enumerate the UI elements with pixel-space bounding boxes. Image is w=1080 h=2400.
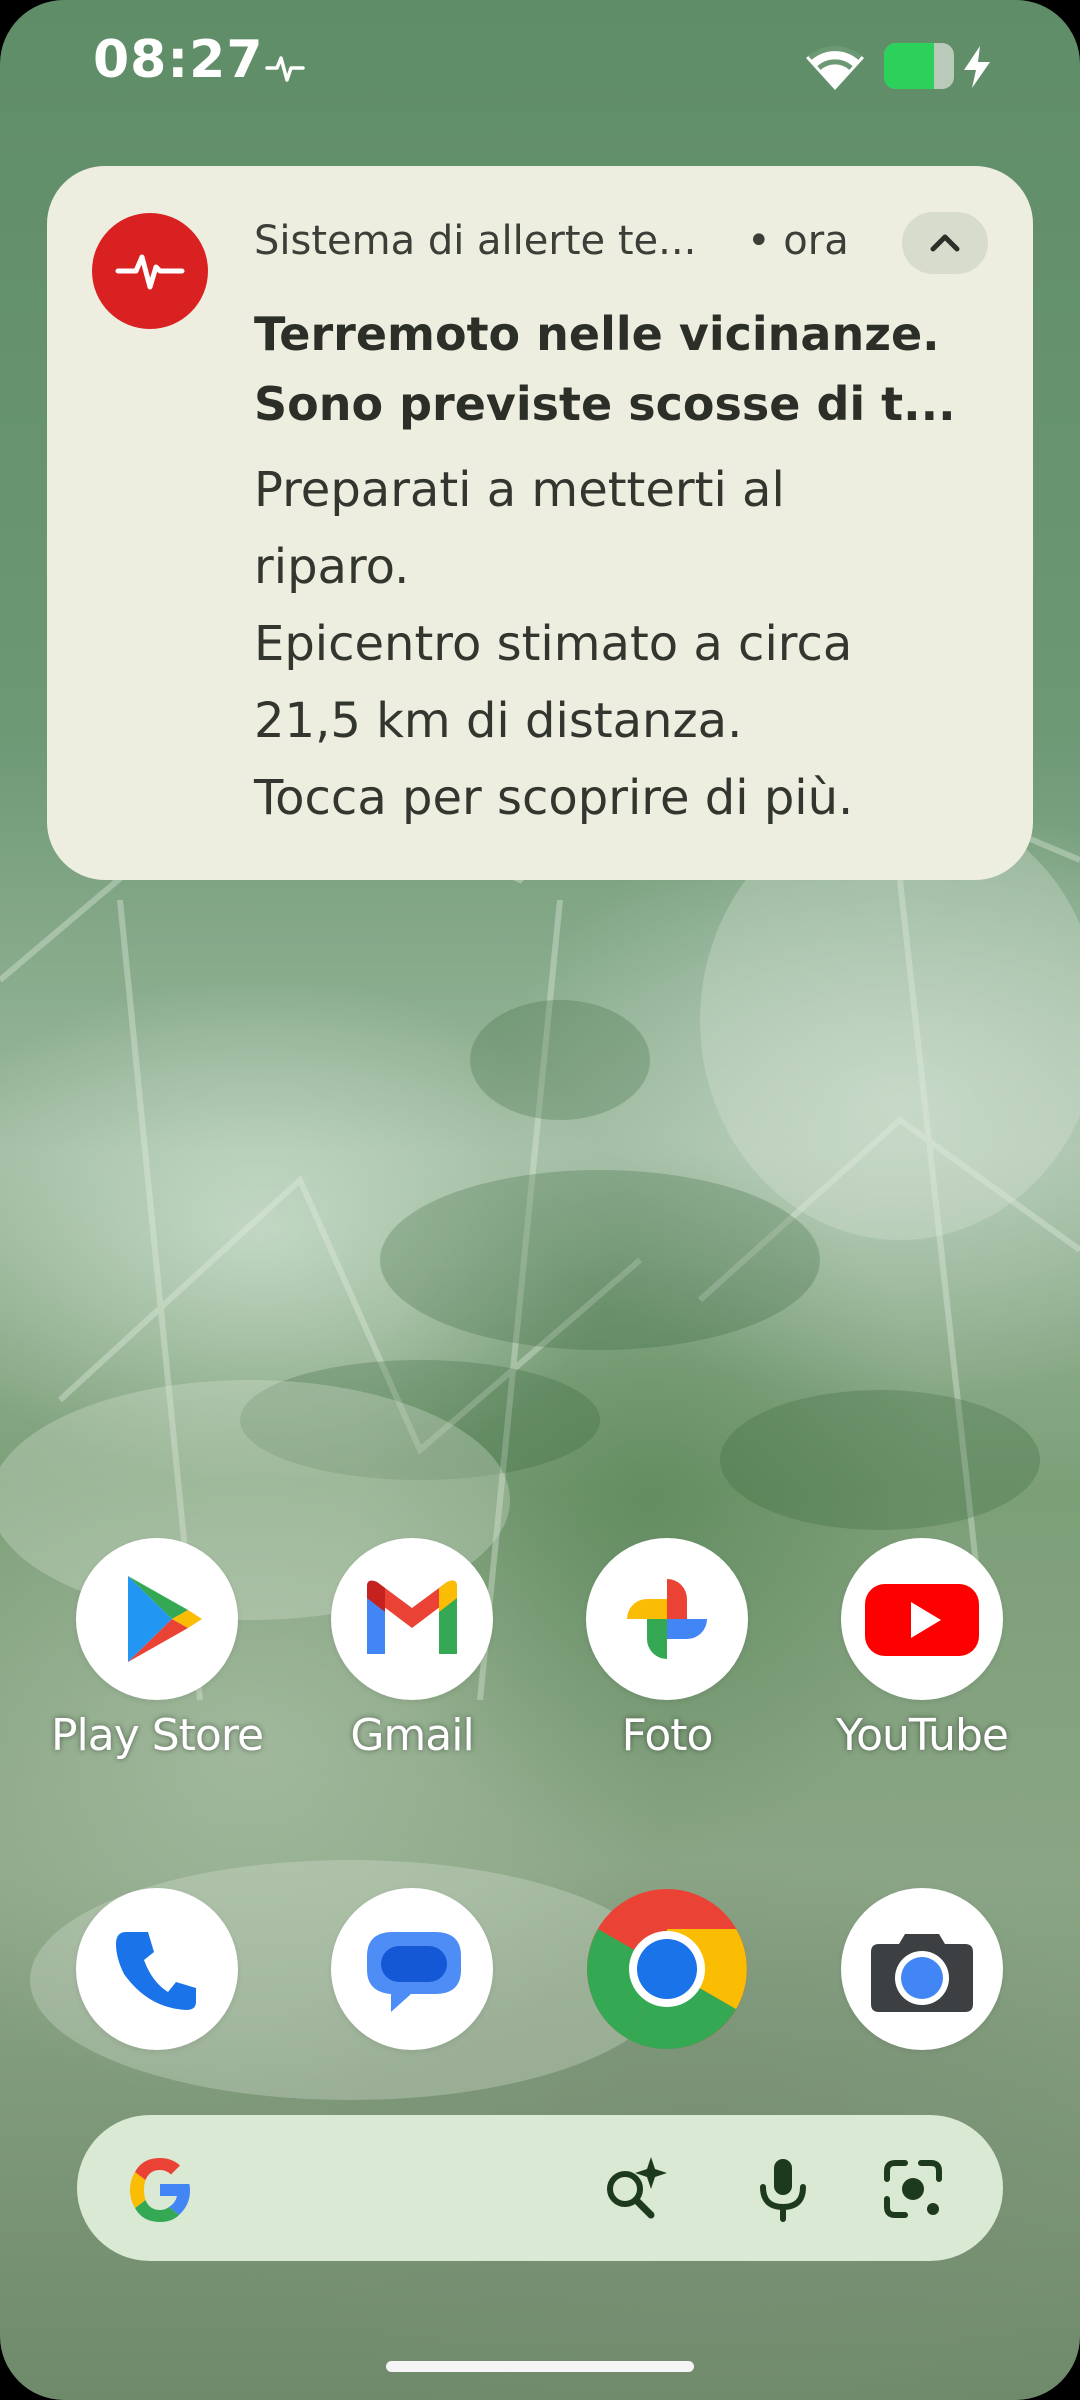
notification-body-line: Epicentro stimato a circa: [254, 616, 853, 672]
notification-body-line: Tocca per scoprire di più.: [254, 770, 854, 826]
app-youtube[interactable]: YouTube: [812, 1538, 1032, 1761]
notification-body-line: 21,5 km di distanza.: [254, 693, 743, 749]
app-chrome[interactable]: [557, 1888, 777, 2050]
notification-title-line: Sono previste scosse di t...: [254, 377, 956, 431]
app-label: Gmail: [350, 1710, 474, 1761]
app-gmail[interactable]: Gmail: [302, 1538, 522, 1761]
notification-body-line: Preparati a metterti al: [254, 462, 785, 518]
notification-title-line: Terremoto nelle vicinanze.: [254, 307, 940, 361]
charging-bolt-icon: [964, 46, 990, 88]
wifi-icon: [806, 46, 864, 90]
youtube-icon: [865, 1584, 979, 1656]
notification-body-line: riparo.: [254, 539, 410, 595]
clock: 08:27: [93, 30, 264, 90]
google-logo-icon: [130, 2158, 190, 2222]
app-messages[interactable]: [302, 1888, 522, 2050]
app-photos[interactable]: Foto: [557, 1538, 777, 1761]
microphone-icon[interactable]: [747, 2153, 819, 2225]
notification-app-name: Sistema di allerte te...: [254, 218, 697, 264]
earthquake-alert-notification[interactable]: Sistema di allerte te... • ora Terremoto…: [47, 166, 1033, 880]
lens-icon[interactable]: [877, 2153, 949, 2225]
app-phone[interactable]: [47, 1888, 267, 2050]
home-screen: 08:27 Sistema di allerte te... • ora Ter…: [0, 0, 1080, 2400]
phone-icon: [116, 1932, 196, 2010]
play-store-icon: [128, 1576, 202, 1662]
photos-icon: [627, 1579, 707, 1659]
gmail-icon: [367, 1580, 457, 1654]
home-indicator[interactable]: [386, 2361, 694, 2372]
battery-icon: [884, 43, 954, 89]
messages-icon: [367, 1932, 461, 2012]
app-label: Play Store: [50, 1710, 264, 1761]
app-label: YouTube: [836, 1710, 1009, 1761]
app-play-store[interactable]: Play Store: [47, 1538, 267, 1761]
app-camera[interactable]: [812, 1888, 1032, 2050]
earthquake-pulse-icon: [265, 56, 305, 82]
status-bar: 08:27: [0, 0, 1080, 130]
google-search-bar[interactable]: [77, 2115, 1003, 2261]
collapse-notification-button[interactable]: [902, 212, 988, 274]
app-label: Foto: [621, 1710, 714, 1761]
notification-time: • ora: [747, 218, 849, 264]
camera-icon: [871, 1934, 973, 2012]
chevron-up-icon: [930, 234, 960, 252]
chrome-icon: [587, 1889, 747, 2049]
notification-body: Preparati a metterti al riparo. Epicentr…: [254, 452, 994, 837]
notification-title: Terremoto nelle vicinanze. Sono previste…: [254, 299, 1014, 439]
ai-mode-icon[interactable]: [597, 2153, 669, 2225]
earthquake-alert-icon: [92, 213, 208, 329]
